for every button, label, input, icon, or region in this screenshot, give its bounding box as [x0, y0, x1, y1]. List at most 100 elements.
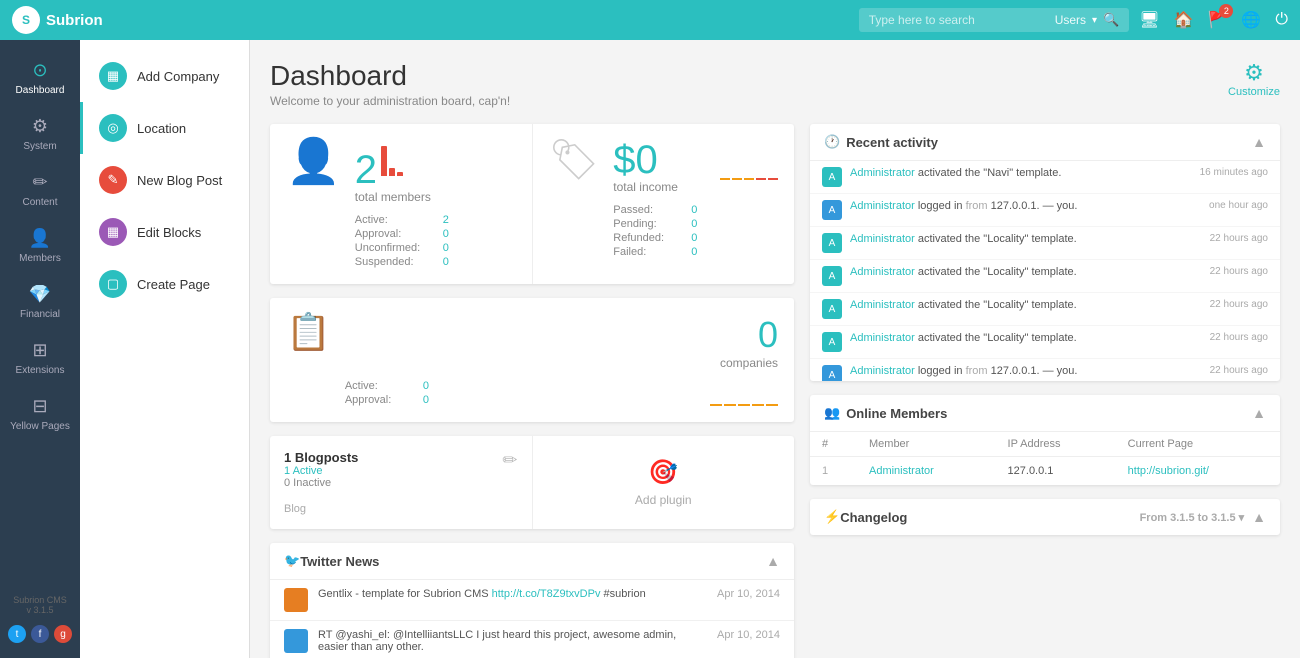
add-location-label: Location	[137, 121, 186, 136]
page-subtitle: Welcome to your administration board, ca…	[270, 94, 510, 108]
logo-text: Subrion	[46, 12, 103, 29]
facebook-social-icon[interactable]: f	[31, 625, 49, 643]
yellow-pages-icon: ⊟	[32, 396, 47, 417]
sidebar-label-yellow-pages: Yellow Pages	[10, 421, 70, 432]
twitter-text-0: Gentlix - template for Subrion CMS http:…	[318, 588, 707, 612]
activity-link-5[interactable]: Administrator	[850, 332, 915, 344]
dropdown-new-blog-post[interactable]: ✎ New Blog Post	[80, 154, 249, 206]
recent-activity-header: 🕐 Recent activity ▲	[810, 124, 1280, 161]
recent-activity-collapse[interactable]: ▲	[1252, 134, 1266, 150]
twitter-link-0[interactable]: http://t.co/T8Z9txvDPv	[492, 588, 601, 600]
activity-link-2[interactable]: Administrator	[850, 233, 915, 245]
changelog-version[interactable]: From 3.1.5 to 3.1.5 ▾	[1140, 511, 1245, 524]
twitter-title: Twitter News	[300, 554, 379, 569]
twitter-header: 🐦 Twitter News ▲	[270, 543, 794, 580]
financial-icon: 💎	[29, 284, 51, 305]
add-plugin-card[interactable]: 🎯 Add plugin	[533, 436, 795, 529]
activity-time-1: one hour ago	[1209, 200, 1268, 211]
companies-details: 0 companies Active:0 Approval:0	[345, 314, 778, 406]
dashboard-right: 🕐 Recent activity ▲ A Administrator acti…	[810, 124, 1280, 658]
blog-plugin-footer: Blog	[284, 503, 518, 515]
add-company-icon: ▦	[99, 62, 127, 90]
activity-link-3[interactable]: Administrator	[850, 266, 915, 278]
recent-activity-card: 🕐 Recent activity ▲ A Administrator acti…	[810, 124, 1280, 381]
members-count: 2	[355, 150, 377, 190]
member-name-0: Administrator	[857, 457, 996, 486]
monitor-icon[interactable]: 🖥	[1139, 10, 1159, 30]
activity-item-2: A Administrator activated the "Locality"…	[810, 227, 1280, 260]
twitter-social-icon[interactable]: t	[8, 625, 26, 643]
activity-time-3: 22 hours ago	[1210, 266, 1268, 277]
blog-plugin: ✏ 1 Blogposts 1 Active 0 Inactive Blog	[270, 436, 533, 529]
dropdown-edit-blocks[interactable]: ▦ Edit Blocks	[80, 206, 249, 258]
home-icon[interactable]: 🏠	[1174, 10, 1194, 30]
recent-activity-list: A Administrator activated the "Navi" tem…	[810, 161, 1280, 381]
add-plugin-label: Add plugin	[635, 493, 692, 507]
sidebar-item-financial[interactable]: 💎 Financial	[0, 274, 80, 330]
search-input[interactable]	[869, 13, 1049, 27]
sidebar-item-system[interactable]: ⚙ System	[0, 106, 80, 162]
globe-icon[interactable]: 🌐	[1241, 10, 1261, 30]
col-page: Current Page	[1116, 432, 1280, 457]
stats-card: 👤 2	[270, 124, 794, 284]
flag-icon[interactable]: 🚩 2	[1208, 10, 1228, 30]
member-page-link-0[interactable]: http://subrion.git/	[1128, 465, 1209, 477]
sidebar-label-content: Content	[22, 197, 57, 208]
flag-badge: 2	[1219, 4, 1233, 18]
online-members-collapse[interactable]: ▲	[1252, 405, 1266, 421]
social-icons: t f g	[3, 620, 77, 648]
activity-avatar-0: A	[822, 167, 842, 187]
dropdown-create-page[interactable]: ▢ Create Page	[80, 258, 249, 310]
activity-link-4[interactable]: Administrator	[850, 299, 915, 311]
page-title-block: Dashboard Welcome to your administration…	[270, 60, 510, 108]
users-dropdown-icon[interactable]: ▾	[1092, 15, 1097, 26]
sidebar-label-extensions: Extensions	[16, 365, 65, 376]
sidebar-label-financial: Financial	[20, 309, 60, 320]
activity-link-6[interactable]: Administrator	[850, 365, 915, 377]
power-icon[interactable]: ⏻	[1275, 11, 1288, 29]
page-header: Dashboard Welcome to your administration…	[270, 60, 1280, 108]
content-icon: ✏	[32, 172, 47, 193]
twitter-collapse-btn[interactable]: ▲	[766, 553, 780, 569]
sidebar-item-dashboard[interactable]: ⊙ Dashboard	[0, 50, 80, 106]
page-title: Dashboard	[270, 60, 510, 92]
sidebar-item-members[interactable]: 👤 Members	[0, 218, 80, 274]
add-plugin-content: 🎯 Add plugin	[635, 458, 692, 507]
member-link-0[interactable]: Administrator	[869, 465, 934, 477]
activity-avatar-5: A	[822, 332, 842, 352]
activity-item-0: A Administrator activated the "Navi" tem…	[810, 161, 1280, 194]
plugins-card: ✏ 1 Blogposts 1 Active 0 Inactive Blog 🎯…	[270, 436, 794, 529]
activity-item-3: A Administrator activated the "Locality"…	[810, 260, 1280, 293]
twitter-avatar-0	[284, 588, 308, 612]
changelog-header: ⚡ Changelog From 3.1.5 to 3.1.5 ▾ ▲	[810, 499, 1280, 535]
activity-avatar-6: A	[822, 365, 842, 381]
gplus-social-icon[interactable]: g	[54, 625, 72, 643]
dropdown-add-company[interactable]: ▦ Add Company	[80, 50, 249, 102]
changelog-collapse[interactable]: ▲	[1252, 509, 1266, 525]
users-icon: 👥	[824, 405, 840, 421]
search-icon[interactable]: 🔍	[1103, 12, 1119, 28]
activity-item-1: A Administrator logged in from 127.0.0.1…	[810, 194, 1280, 227]
dashboard-icon: ⊙	[32, 60, 47, 81]
logo: S Subrion	[12, 6, 103, 34]
online-members-card: 👥 Online Members ▲ # Member IP Address C…	[810, 395, 1280, 485]
sidebar-item-yellow-pages[interactable]: ⊟ Yellow Pages	[0, 386, 80, 442]
member-ip-0: 127.0.0.1	[996, 457, 1116, 486]
sidebar-item-content[interactable]: ✏ Content	[0, 162, 80, 218]
members-label: total members	[355, 190, 516, 204]
col-member: Member	[857, 432, 996, 457]
activity-link-0[interactable]: Administrator	[850, 167, 915, 179]
customize-button[interactable]: ⚙ Customize	[1228, 60, 1280, 98]
top-nav-icons: 🖥 🏠 🚩 2 🌐 ⏻	[1139, 10, 1288, 30]
companies-stats: Active:0 Approval:0	[345, 380, 429, 406]
main-content: Dashboard Welcome to your administration…	[250, 40, 1300, 658]
system-icon: ⚙	[32, 116, 48, 137]
dropdown-add-location[interactable]: ◎ Location	[80, 102, 249, 154]
twitter-text-1: RT @yashi_el: @IntelliiantsLLC I just he…	[318, 629, 707, 653]
activity-link-1[interactable]: Administrator	[850, 200, 915, 212]
activity-avatar-1: A	[822, 200, 842, 220]
activity-time-2: 22 hours ago	[1210, 233, 1268, 244]
sidebar-item-extensions[interactable]: ⊞ Extensions	[0, 330, 80, 386]
member-page-0: http://subrion.git/	[1116, 457, 1280, 486]
activity-text-5: Administrator activated the "Locality" t…	[850, 332, 1202, 344]
